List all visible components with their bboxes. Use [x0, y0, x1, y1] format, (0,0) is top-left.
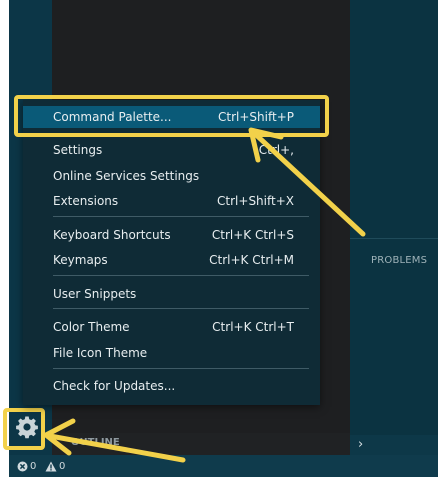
menu-item-shortcut: Ctrl+K Ctrl+S [211, 228, 294, 242]
error-icon [17, 461, 28, 472]
menu-item-shortcut: Ctrl+, [258, 143, 294, 157]
gear-highlight-box [3, 408, 45, 450]
menu-item-online-services-settings[interactable]: Online Services Settings [23, 165, 320, 187]
error-count: 0 [30, 461, 37, 472]
menu-item-label: Keymaps [53, 253, 108, 267]
menu-item-label: User Snippets [53, 287, 137, 301]
problems-tab[interactable]: PROBLEMS [371, 255, 427, 266]
menu-item-label: Check for Updates... [53, 379, 176, 393]
menu-item-label: Extensions [53, 194, 119, 208]
warning-icon [45, 461, 57, 472]
menu-item-label: Color Theme [53, 320, 130, 334]
menu-item-settings[interactable]: Settings Ctrl+, [23, 139, 320, 161]
menu-item-shortcut: Ctrl+K Ctrl+M [209, 253, 294, 267]
warning-count: 0 [59, 461, 66, 472]
menu-item-label: Keyboard Shortcuts [53, 228, 171, 242]
menu-item-shortcut: Ctrl+Shift+X [217, 194, 294, 208]
status-bar [9, 455, 438, 477]
menu-separator [53, 275, 309, 276]
menu-item-extensions[interactable]: Extensions Ctrl+Shift+X [23, 190, 320, 212]
menu-item-label: File Icon Theme [53, 346, 148, 360]
panel-divider [350, 238, 438, 239]
menu-item-keymaps[interactable]: Keymaps Ctrl+K Ctrl+M [23, 249, 320, 271]
menu-item-keyboard-shortcuts[interactable]: Keyboard Shortcuts Ctrl+K Ctrl+S [23, 224, 320, 246]
menu-item-label: Settings [53, 143, 103, 157]
manage-context-menu: Command Palette... Ctrl+Shift+P Settings… [23, 100, 320, 405]
error-status[interactable]: 0 [17, 461, 36, 472]
menu-item-shortcut: Ctrl+K Ctrl+T [212, 320, 294, 334]
menu-item-file-icon-theme[interactable]: File Icon Theme [23, 342, 320, 364]
outline-label: OUTLINE [71, 437, 120, 448]
chevron-right-icon[interactable]: › [358, 437, 363, 452]
command-palette-highlight-box [14, 95, 329, 137]
menu-item-user-snippets[interactable]: User Snippets [23, 283, 320, 305]
menu-item-label: Online Services Settings [53, 169, 200, 183]
editor-panel-area [350, 0, 438, 455]
menu-separator [53, 308, 309, 309]
menu-separator [53, 216, 309, 217]
menu-item-check-for-updates[interactable]: Check for Updates... [23, 375, 320, 397]
warning-status[interactable]: 0 [45, 461, 65, 472]
menu-separator [53, 368, 309, 369]
menu-item-color-theme[interactable]: Color Theme Ctrl+K Ctrl+T [23, 316, 320, 338]
